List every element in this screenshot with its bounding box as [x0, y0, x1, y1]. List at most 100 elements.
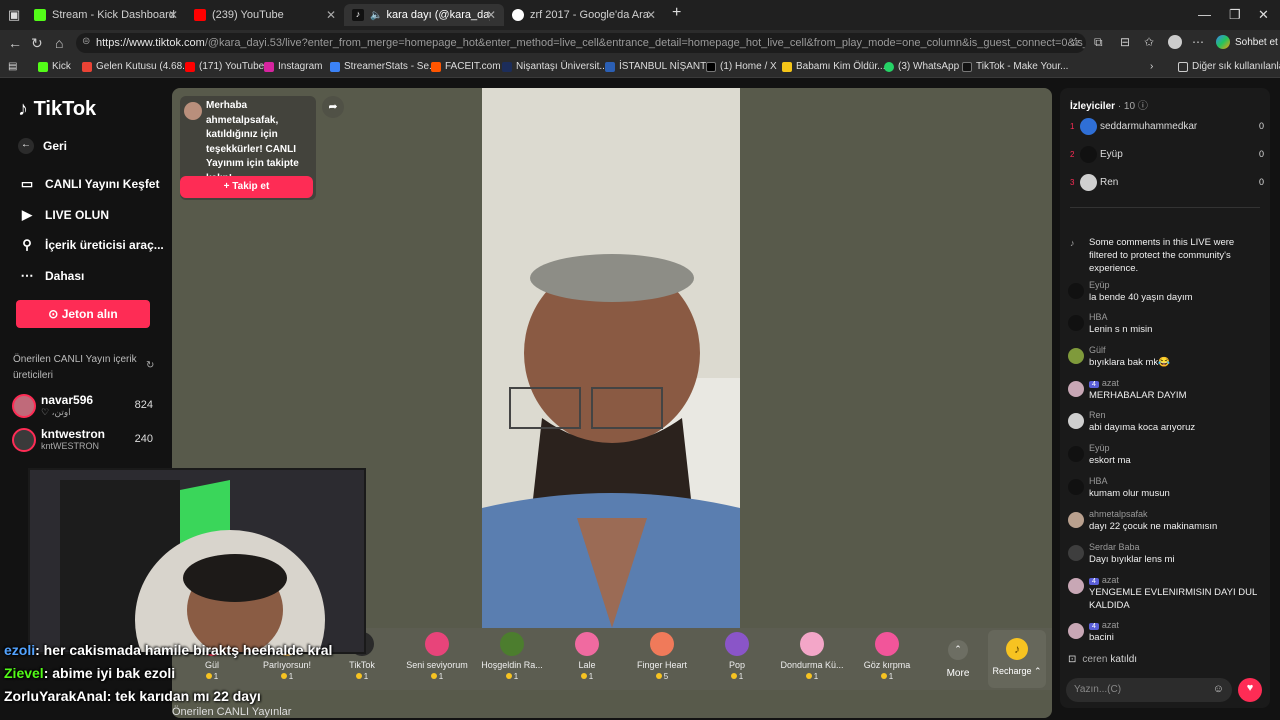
copilot-icon[interactable]: [1216, 35, 1230, 49]
bookmark-item[interactable]: Kick: [38, 61, 71, 72]
comment-user[interactable]: HBA: [1089, 476, 1108, 486]
sidebar-item-more[interactable]: ⋯ Dahası: [18, 268, 85, 284]
other-bookmarks[interactable]: Diğer sık kullanılanlar: [1178, 61, 1280, 72]
gift-item[interactable]: Dondurma Kü... 1: [776, 632, 848, 681]
comment-user[interactable]: 4 azat: [1089, 575, 1119, 585]
creator-item[interactable]: navar596 ♡ ،اوتن 824: [12, 392, 157, 420]
avatar[interactable]: [1068, 348, 1084, 364]
avatar[interactable]: [1068, 578, 1084, 594]
sidebar-item-go-live[interactable]: ▶ LIVE OLUN: [18, 207, 109, 223]
recharge-button[interactable]: ♪ Recharge ⌃: [988, 630, 1046, 688]
extensions-icon[interactable]: ⧉: [1094, 35, 1103, 50]
bookmark-item[interactable]: StreamerStats - Se...: [330, 61, 437, 72]
comment-username[interactable]: Eyüp: [1089, 443, 1110, 453]
speaker-icon[interactable]: 🔈: [370, 10, 382, 21]
avatar[interactable]: [1068, 623, 1084, 639]
bookmark-item[interactable]: (3) WhatsApp: [884, 61, 959, 72]
gift-item[interactable]: Pop 1: [701, 632, 773, 681]
favorites-icon[interactable]: ✩: [1144, 35, 1154, 49]
comment-user[interactable]: 4 azat: [1089, 378, 1119, 388]
tab-youtube[interactable]: (239) YouTube ✕: [186, 4, 344, 26]
gift-item[interactable]: Hoşgeldin Ra... 1: [476, 632, 548, 681]
close-window-button[interactable]: ✕: [1258, 7, 1269, 23]
maximize-button[interactable]: ❐: [1229, 7, 1241, 23]
gift-item[interactable]: Göz kırpma 1: [851, 632, 923, 681]
back-link[interactable]: ← Geri: [18, 138, 67, 154]
viewer-item[interactable]: 2 Eyüp 0: [1070, 146, 1264, 166]
bookmark-item[interactable]: Instagram: [264, 61, 322, 72]
avatar[interactable]: [1068, 545, 1084, 561]
refresh-icon[interactable]: ↻: [146, 360, 154, 371]
tab-actions-icon[interactable]: ▣: [8, 7, 20, 23]
sidebar-item-explore-live[interactable]: ▭ CANLI Yayını Keşfet: [18, 176, 160, 192]
live-video[interactable]: [482, 88, 740, 628]
viewer-item[interactable]: 1 seddarmuhammedkar 0: [1070, 118, 1264, 138]
bookmark-item[interactable]: Gelen Kutusu (4.68...: [82, 61, 191, 72]
close-icon[interactable]: ✕: [486, 8, 496, 22]
avatar[interactable]: [1068, 479, 1084, 495]
gift-item[interactable]: Finger Heart 5: [626, 632, 698, 681]
close-icon[interactable]: ✕: [326, 8, 336, 22]
gift-item[interactable]: Seni seviyorum 1: [401, 632, 473, 681]
gift-item[interactable]: Lale 1: [551, 632, 623, 681]
tab-kick-dashboard[interactable]: Stream - Kick Dashboard ✕: [26, 4, 186, 26]
avatar[interactable]: [1068, 381, 1084, 397]
like-heart-button[interactable]: ♥: [1238, 678, 1262, 702]
split-screen-icon[interactable]: ⊟: [1120, 35, 1130, 49]
avatar[interactable]: [1068, 315, 1084, 331]
creator-item[interactable]: kntwestron kntWESTRON 240: [12, 426, 157, 454]
comment-user[interactable]: Ren: [1089, 410, 1106, 420]
tiktok-logo[interactable]: ♪ TikTok: [18, 98, 96, 121]
comment-user[interactable]: Serdar Baba: [1089, 542, 1140, 552]
comment-user[interactable]: Eyüp: [1089, 280, 1110, 290]
bookmark-item[interactable]: (1) Home / X: [706, 61, 777, 72]
comment-user[interactable]: Gülf: [1089, 345, 1106, 355]
comment-username[interactable]: Gülf: [1089, 345, 1106, 355]
comment-username[interactable]: azat: [1102, 378, 1119, 388]
home-icon[interactable]: ⌂: [55, 35, 63, 51]
tab-google-search[interactable]: zrf 2017 - Google'da Ara ✕: [504, 4, 664, 26]
menu-dots-icon[interactable]: ⋯: [1192, 35, 1204, 49]
follow-button[interactable]: + Takip et: [180, 176, 313, 198]
bookmark-item[interactable]: (171) YouTube: [185, 61, 264, 72]
close-icon[interactable]: ✕: [168, 8, 178, 22]
comment-username[interactable]: ahmetalpsafak: [1089, 509, 1148, 519]
comment-username[interactable]: Ren: [1089, 410, 1106, 420]
get-coins-button[interactable]: ⊙ Jeton alın: [16, 300, 150, 328]
sidebar-item-creator-tools[interactable]: ⚲ İçerik üreticisi araç...: [18, 237, 164, 253]
avatar[interactable]: [1068, 512, 1084, 528]
bookmark-item[interactable]: İSTANBUL NİŞANT...: [605, 61, 713, 72]
bookmark-item[interactable]: FACEIT.com: [431, 61, 501, 72]
comment-input[interactable]: Yazın...(C) ☺: [1066, 678, 1232, 702]
comment-user[interactable]: Eyüp: [1089, 443, 1110, 453]
copilot-label[interactable]: Sohbet et: [1235, 37, 1278, 48]
bookmark-item[interactable]: Babamı Kim Öldür...: [782, 61, 885, 72]
refresh-icon[interactable]: ↻: [31, 35, 43, 52]
comment-username[interactable]: Serdar Baba: [1089, 542, 1140, 552]
more-gifts-button[interactable]: ⌃ More: [936, 640, 980, 679]
avatar[interactable]: [1068, 283, 1084, 299]
emoji-icon[interactable]: ☺: [1213, 683, 1224, 695]
comment-username[interactable]: HBA: [1089, 312, 1108, 322]
avatar[interactable]: [1068, 446, 1084, 462]
profile-avatar[interactable]: [1168, 35, 1182, 49]
comment-user[interactable]: ahmetalpsafak: [1089, 509, 1148, 519]
comment-user[interactable]: 4 azat: [1089, 620, 1119, 630]
bookmarks-icon[interactable]: ▤: [8, 61, 17, 72]
comment-username[interactable]: azat: [1102, 575, 1119, 585]
comment-user[interactable]: HBA: [1089, 312, 1108, 322]
site-info-icon[interactable]: ⊜: [82, 36, 90, 47]
minimize-button[interactable]: —: [1198, 7, 1211, 22]
avatar[interactable]: [1068, 413, 1084, 429]
comment-username[interactable]: azat: [1102, 620, 1119, 630]
bookmark-item[interactable]: Nişantaşı Üniversit...: [502, 61, 608, 72]
tab-tiktok-live[interactable]: ♪ 🔈 kara dayı (@kara_dayi.53) CAN ✕: [344, 4, 504, 26]
new-tab-button[interactable]: +: [672, 4, 681, 22]
info-icon[interactable]: ⓘ: [1138, 101, 1148, 112]
back-arrow-icon[interactable]: ←: [8, 35, 22, 51]
close-icon[interactable]: ✕: [646, 8, 656, 22]
joined-user[interactable]: ceren: [1082, 654, 1107, 665]
viewer-item[interactable]: 3 Ren 0: [1070, 174, 1264, 194]
share-icon[interactable]: ➦: [322, 96, 344, 118]
comment-username[interactable]: HBA: [1089, 476, 1108, 486]
